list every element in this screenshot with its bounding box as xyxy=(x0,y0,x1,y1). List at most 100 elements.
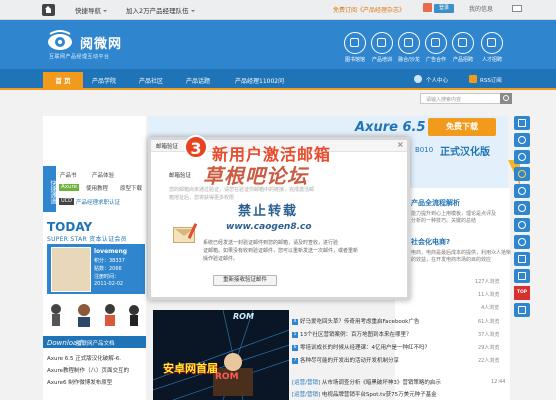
home-icon[interactable] xyxy=(42,4,55,16)
quick-channel-label: 快捷通道 xyxy=(43,166,56,212)
logo-name[interactable]: 阅微网 xyxy=(80,33,122,52)
star-name[interactable]: lovemeng xyxy=(94,248,127,255)
article-title[interactable]: 产品全流程解析 xyxy=(411,198,460,208)
dialog-text: 操作验证邮件。 xyxy=(203,256,239,262)
grid-icon[interactable] xyxy=(514,269,530,283)
download-item[interactable]: Axure6 制作微博发布原型 xyxy=(47,378,112,386)
friend-icon[interactable] xyxy=(514,218,530,232)
join-menu[interactable]: 加入2万产品经理队伍 xyxy=(126,5,195,15)
news-views: 29人浏览 xyxy=(478,345,500,351)
book-icon[interactable] xyxy=(344,32,366,54)
ad-graphic xyxy=(153,310,289,400)
news-views: 11人浏览 xyxy=(478,292,500,298)
quick-item[interactable]: 使用教程 xyxy=(86,184,108,192)
avatar[interactable] xyxy=(423,3,432,12)
ad-rom-label: ROM xyxy=(215,372,239,382)
watermark-forum: 草根吧论坛 xyxy=(203,164,308,188)
qq-icon[interactable] xyxy=(514,201,530,215)
article-excerpt: 电商，电商是最后成本的提供，利用众人拾柴 xyxy=(411,250,512,256)
search-icon[interactable] xyxy=(500,93,512,104)
dialog-notice: 箱地址后，您将获得更多权限 xyxy=(169,195,235,201)
download-subheading: 互联网产品文档 xyxy=(76,341,115,347)
login-button[interactable]: 登录 xyxy=(434,4,454,13)
news-views: 61人浏览 xyxy=(478,319,500,325)
news-text: 从市场调查分析《暗黑破坏神3》营销策略的启示 xyxy=(321,380,441,386)
chevron-down-icon xyxy=(190,10,195,12)
quick-item[interactable]: 产品经理求职认证 xyxy=(76,198,120,206)
news-rank: 7 xyxy=(292,357,298,364)
eye-logo-icon[interactable] xyxy=(47,30,78,52)
weibo-icon[interactable] xyxy=(514,167,530,181)
quick-item[interactable]: 产品书 xyxy=(60,171,77,179)
qq-icon[interactable] xyxy=(514,184,530,198)
close-icon[interactable]: × xyxy=(397,140,404,149)
news-time: 12:44 xyxy=(491,379,506,385)
nav-item[interactable]: 产品学院 xyxy=(92,76,116,85)
quick-nav-label: 快捷导航 xyxy=(75,7,101,15)
news-tag: [运营/营销] xyxy=(292,392,321,398)
nav-item[interactable]: 产品社区 xyxy=(139,76,163,85)
news-link[interactable]: [运营/营销] 电视品牌营销平台Spot.tv获75万美元种子基金 xyxy=(292,390,437,398)
members-strip[interactable] xyxy=(46,299,144,331)
ad-image[interactable] xyxy=(153,310,289,400)
list-icon[interactable] xyxy=(514,252,530,266)
resend-email-button[interactable]: 重新接收验证邮件 xyxy=(213,275,277,286)
superstar-heading: SUPER STAR 资本认证会员 xyxy=(47,236,127,243)
user-icon[interactable] xyxy=(514,150,530,164)
quick-item[interactable]: 产品体验 xyxy=(92,171,114,179)
quick-nav-menu[interactable]: 快捷导航 xyxy=(75,5,107,15)
header-link-label[interactable]: 人才招聘 xyxy=(475,56,509,63)
article-excerpt: 能力提升到心上用模板，理论是点评及 xyxy=(411,211,497,217)
news-rank: 6 xyxy=(292,344,298,351)
ad-icon[interactable] xyxy=(425,32,447,54)
news-link[interactable]: [运营/营销] 从市场调查分析《暗黑破坏神3》营销策略的启示 xyxy=(292,378,441,386)
chart-icon[interactable] xyxy=(514,133,530,147)
article-title[interactable]: 社会化电商? xyxy=(411,237,450,247)
banner-subtitle: 正式汉化版 xyxy=(440,147,490,158)
news-rank: 4 xyxy=(292,318,298,325)
news-item[interactable]: 6 零培训成长的时候从经理课：4亿用户是一种红不吗？ xyxy=(292,343,430,351)
quick-item[interactable]: 原型下载 xyxy=(120,184,142,192)
ad-rom-text: ROM xyxy=(233,312,254,321)
download-item[interactable]: Axure教程制作（八）页面交互的 xyxy=(47,366,129,374)
news-text: 13个社区营销案例：百万地图到本来在哪里？ xyxy=(300,332,412,338)
book-icon[interactable] xyxy=(514,116,530,130)
my-info-link[interactable]: 我的信息 xyxy=(469,4,493,13)
user-icon[interactable] xyxy=(514,235,530,249)
logo-slogan: 互联网产品经理互动平台 xyxy=(49,54,110,60)
subscribe-link[interactable]: 免费订阅《产品经理杂志》 xyxy=(333,5,405,14)
free-download-button[interactable]: 免费下载 xyxy=(428,118,496,136)
training-icon[interactable] xyxy=(371,32,393,54)
rss-icon[interactable] xyxy=(469,75,477,83)
user-icon[interactable] xyxy=(414,75,422,83)
today-heading: TODAY xyxy=(47,220,93,234)
star-points: 积分：38337 xyxy=(94,258,125,264)
rss-link[interactable]: RSS订阅 xyxy=(480,76,502,84)
step-badge: 3 xyxy=(184,135,208,159)
star-avatar[interactable] xyxy=(51,247,91,292)
mail-icon[interactable] xyxy=(512,5,522,12)
ucd-tag[interactable]: UCD xyxy=(59,198,75,205)
user-center-link[interactable]: 个人中心 xyxy=(426,76,448,84)
news-item[interactable]: 4 好马爱吃回头草？传奇用考虑重启Facebook广告 xyxy=(292,317,419,325)
article-excerpt: 分析的一种技巧。关键的总结 xyxy=(411,218,477,224)
talent-icon[interactable] xyxy=(481,32,503,54)
news-item[interactable]: 7 各种尽可能的开发出的活动开发机制分享 xyxy=(292,356,399,364)
dialog-text: 证邮箱。如果没有收到验证邮件，您可以重新发送一次邮件，或者重新 xyxy=(203,248,359,254)
nav-home[interactable]: 首 页 xyxy=(43,72,83,90)
watermark-notice: 禁止转载 xyxy=(238,204,299,219)
search-input[interactable]: 请输入搜索内容 xyxy=(420,93,512,104)
home-icon[interactable] xyxy=(514,303,530,317)
news-tag: [运营/营销] xyxy=(292,380,321,386)
article-excerpt: 的效益，在开发电商市场的目的效应 xyxy=(411,257,492,263)
nav-item[interactable]: 产品话题 xyxy=(186,76,210,85)
salon-icon[interactable] xyxy=(398,32,420,54)
dialog-title: 邮箱验证 xyxy=(156,144,179,150)
axure-tag[interactable]: Axure xyxy=(59,184,80,191)
back-to-top-button[interactable]: TOP xyxy=(514,286,530,300)
download-item[interactable]: Axure 6.5 正式版汉化破解-6. xyxy=(47,354,121,362)
nav-item[interactable]: 产品经理11002问 xyxy=(235,76,284,85)
recruit-icon[interactable] xyxy=(452,32,474,54)
tab-email-verify[interactable]: 邮箱验证 xyxy=(169,171,191,179)
news-item[interactable]: 5 13个社区营销案例：百万地图到本来在哪里？ xyxy=(292,330,412,338)
